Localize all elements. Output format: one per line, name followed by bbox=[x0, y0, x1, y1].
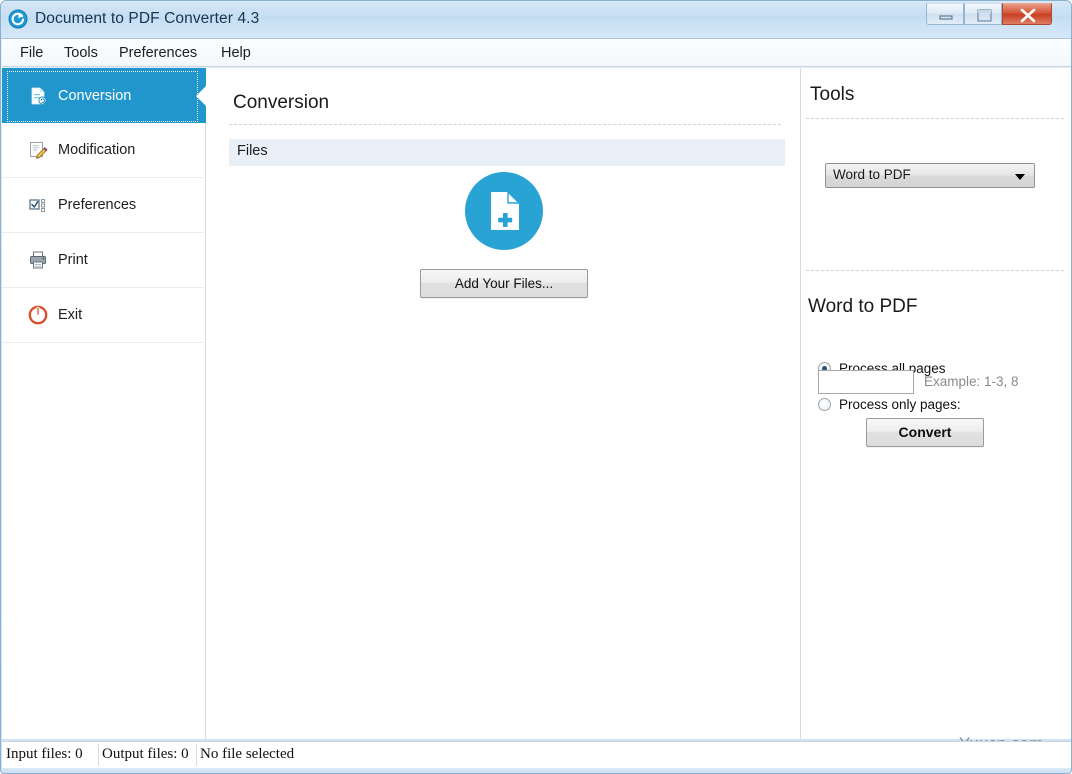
status-separator bbox=[98, 744, 99, 766]
title-divider bbox=[229, 124, 781, 125]
status-separator bbox=[196, 744, 197, 766]
maximize-button[interactable] bbox=[964, 3, 1002, 25]
tool-select-dropdown[interactable]: Word to PDF bbox=[825, 163, 1035, 188]
application-window: Document to PDF Converter 4.3 File Tools… bbox=[0, 0, 1072, 774]
minimize-button[interactable] bbox=[926, 3, 964, 25]
power-icon bbox=[28, 305, 48, 325]
radio-label: Process only pages: bbox=[839, 397, 961, 412]
file-drop-zone[interactable]: Add Your Files... bbox=[207, 172, 801, 298]
menu-help[interactable]: Help bbox=[215, 43, 257, 63]
selection-notch bbox=[196, 84, 207, 107]
status-output-files: Output files: 0 bbox=[102, 746, 189, 762]
tools-divider-top bbox=[806, 118, 1064, 119]
window-bottom-edge bbox=[2, 768, 1071, 773]
sidebar-item-label: Exit bbox=[58, 307, 83, 323]
title-bar: Document to PDF Converter 4.3 bbox=[1, 1, 1071, 39]
document-convert-icon bbox=[28, 86, 48, 106]
tool-select-value: Word to PDF bbox=[833, 167, 911, 182]
page-range-input[interactable] bbox=[818, 370, 914, 394]
convert-button[interactable]: Convert bbox=[866, 418, 984, 447]
tool-heading: Word to PDF bbox=[808, 296, 918, 317]
close-button[interactable] bbox=[1002, 3, 1052, 25]
sidebar-item-label: Print bbox=[58, 252, 88, 268]
content-area: Conversion Modification Preferences Prin… bbox=[2, 68, 1071, 739]
sidebar-item-modification[interactable]: Modification bbox=[2, 123, 206, 178]
menu-file[interactable]: File bbox=[14, 43, 49, 63]
add-your-files-button[interactable]: Add Your Files... bbox=[420, 269, 588, 298]
sidebar-item-label: Conversion bbox=[58, 87, 132, 104]
status-bar: Input files: 0 Output files: 0 No file s… bbox=[2, 741, 1071, 768]
checkbox-list-icon bbox=[28, 195, 48, 215]
sidebar-item-conversion[interactable]: Conversion bbox=[2, 68, 207, 123]
sidebar-item-preferences[interactable]: Preferences bbox=[2, 178, 206, 233]
refresh-circle-icon bbox=[8, 9, 28, 29]
radio-indicator[interactable] bbox=[818, 398, 831, 411]
menu-preferences[interactable]: Preferences bbox=[113, 43, 203, 63]
main-panel: Conversion Files Add Your Files... bbox=[207, 68, 801, 739]
menu-tools[interactable]: Tools bbox=[58, 43, 104, 63]
page-title: Conversion bbox=[233, 92, 330, 113]
page-pencil-icon bbox=[28, 140, 48, 160]
files-section-header: Files bbox=[229, 139, 785, 166]
sidebar: Conversion Modification Preferences Prin… bbox=[2, 68, 207, 739]
page-range-example: Example: 1-3, 8 bbox=[924, 374, 1019, 389]
sidebar-item-label: Modification bbox=[58, 142, 136, 158]
window-title: Document to PDF Converter 4.3 bbox=[35, 10, 260, 27]
files-section-label: Files bbox=[237, 143, 268, 159]
menu-bar: File Tools Preferences Help bbox=[2, 39, 1071, 67]
tools-panel: Tools Word to PDF Word to PDF Process al… bbox=[802, 68, 1071, 739]
chevron-down-icon bbox=[1015, 174, 1025, 180]
sidebar-item-print[interactable]: Print bbox=[2, 233, 206, 288]
sidebar-item-exit[interactable]: Exit bbox=[2, 288, 206, 343]
status-file-selected: No file selected bbox=[200, 746, 295, 762]
tools-title: Tools bbox=[810, 84, 855, 105]
tools-divider-mid bbox=[806, 270, 1064, 271]
add-file-icon[interactable] bbox=[465, 172, 543, 250]
status-input-files: Input files: 0 bbox=[6, 746, 83, 762]
printer-icon bbox=[28, 250, 48, 270]
sidebar-item-label: Preferences bbox=[58, 197, 137, 213]
